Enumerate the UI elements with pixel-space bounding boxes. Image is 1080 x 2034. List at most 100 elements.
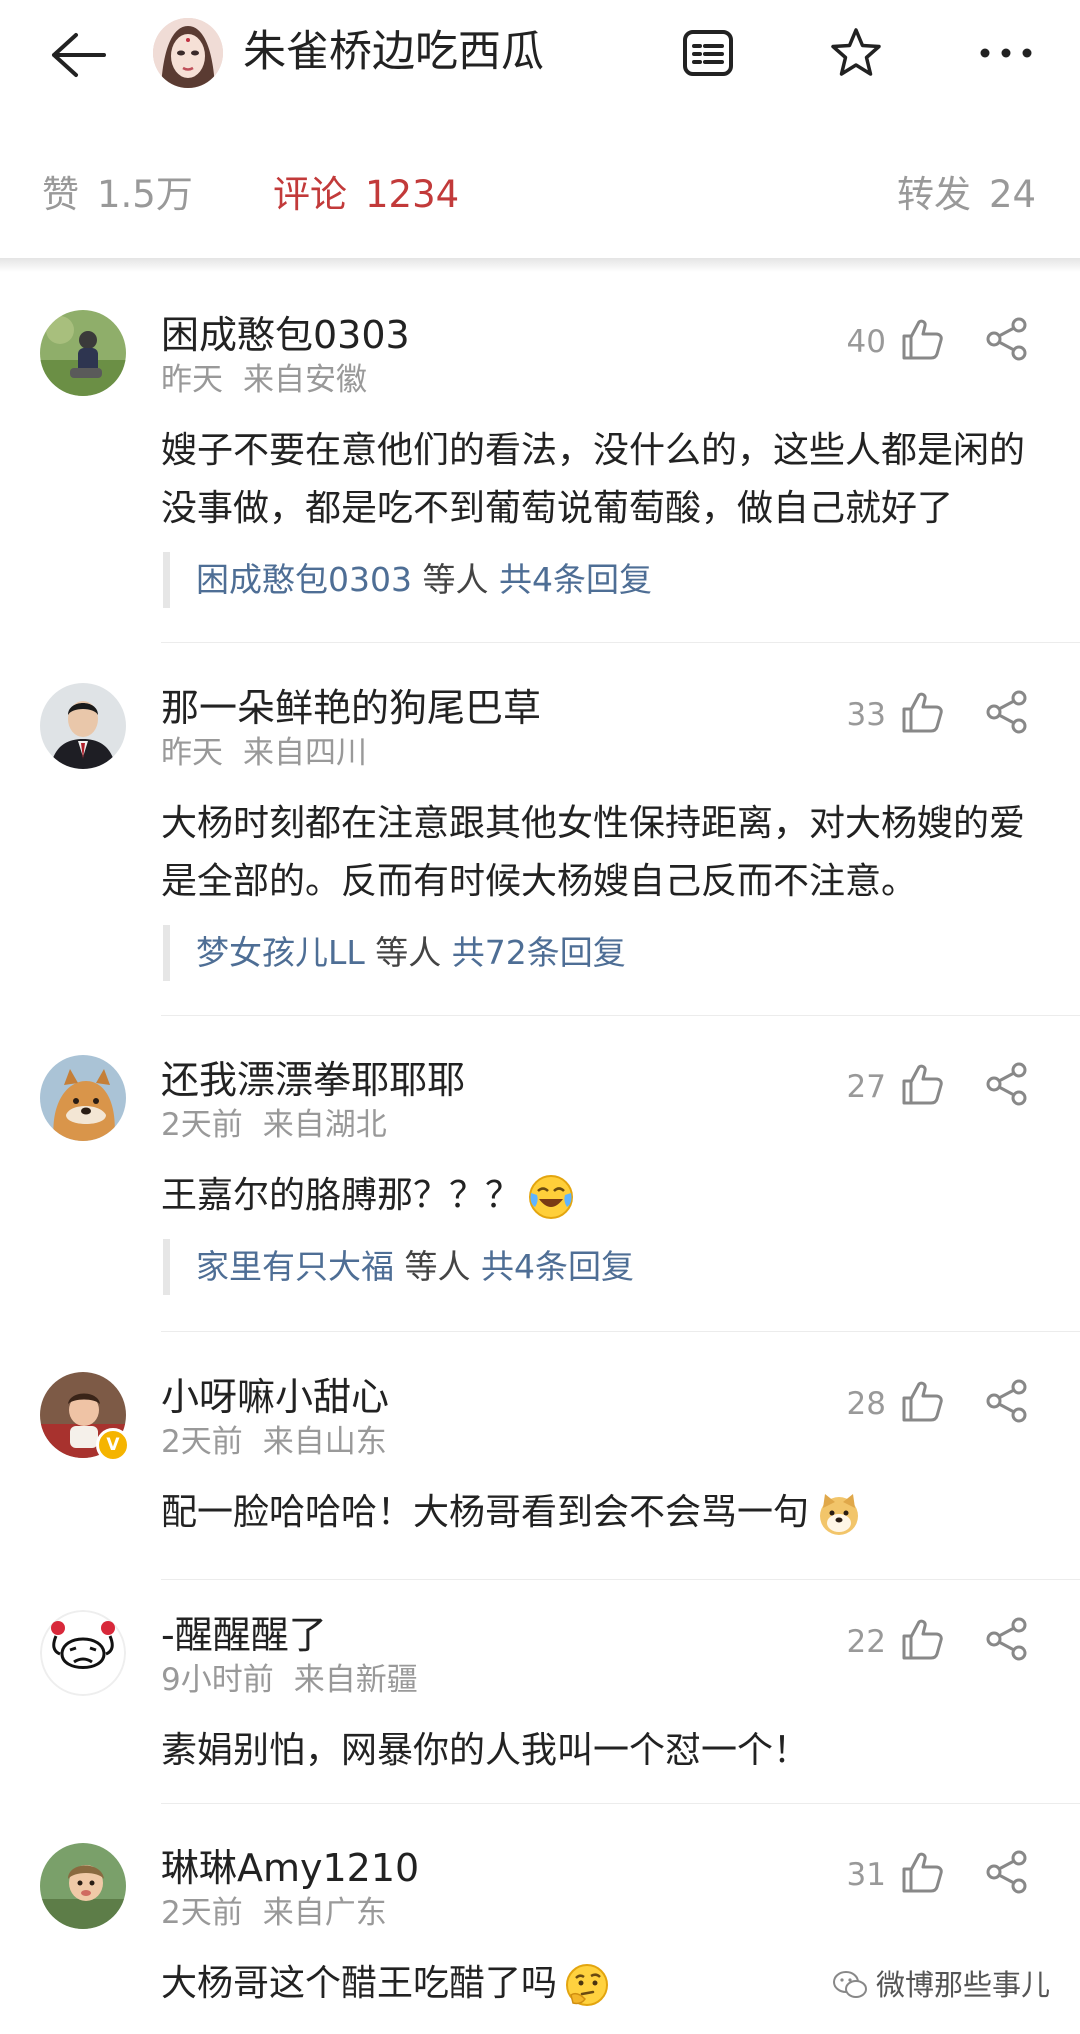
top-bar: 朱雀桥边吃西瓜	[0, 0, 1080, 110]
comment-location: 来自安徽	[243, 362, 367, 398]
divider	[161, 1803, 1080, 1804]
more-button[interactable]	[968, 18, 1044, 88]
weibo-comments-screen: 朱雀桥边吃西瓜 赞 1.5万 评论 1234 转发 24 困成憨包0303 昨天…	[0, 0, 1080, 2034]
author-avatar[interactable]	[153, 18, 223, 88]
reply-user[interactable]: 梦女孩儿LL	[196, 933, 365, 972]
thumbs-up-icon[interactable]	[898, 1616, 944, 1662]
thumbs-up-icon[interactable]	[898, 316, 944, 362]
avatar[interactable]	[40, 683, 126, 769]
avatar[interactable]	[40, 1610, 126, 1696]
star-icon	[831, 28, 881, 76]
comment-location: 来自新疆	[293, 1662, 418, 1698]
thinking-emoji	[566, 1964, 609, 2006]
reply-summary[interactable]: 梦女孩儿LL 等人 共72条回复	[163, 925, 626, 981]
back-button[interactable]	[40, 20, 116, 90]
like-count: 28	[846, 1386, 886, 1422]
comment-time: 昨天	[161, 362, 223, 398]
tab-likes[interactable]: 赞 1.5万	[42, 170, 193, 220]
comment-text: 配一脸哈哈哈！大杨哥看到会不会骂一句	[161, 1492, 810, 1533]
list-button[interactable]	[670, 18, 746, 88]
like-count: 27	[846, 1069, 886, 1105]
thumbs-up-icon[interactable]	[898, 1061, 944, 1107]
comment-time: 2天前	[161, 1895, 243, 1931]
reply-summary[interactable]: 困成憨包0303 等人 共4条回复	[163, 552, 652, 608]
comment-time: 昨天	[161, 735, 223, 771]
watermark-text: 微博那些事儿	[876, 1968, 1051, 2002]
author-avatar-image	[153, 18, 223, 88]
reposts-value: 24	[989, 173, 1037, 216]
user-name[interactable]: 那一朵鲜艳的狗尾巴草	[161, 683, 541, 733]
more-icon	[980, 48, 1032, 58]
reply-mid: 等人	[375, 933, 442, 972]
comment-location: 来自山东	[262, 1424, 387, 1460]
comment-meta: 昨天 来自四川	[161, 733, 367, 773]
back-arrow-icon	[52, 33, 106, 77]
reposts-label: 转发	[897, 173, 971, 216]
watermark: 微博那些事儿	[832, 1960, 1050, 2010]
stats-divider	[0, 258, 1080, 272]
user-name[interactable]: 困成憨包0303	[161, 310, 410, 360]
tab-reposts[interactable]: 转发 24	[897, 170, 1036, 220]
share-icon[interactable]	[984, 689, 1030, 735]
user-name[interactable]: 还我漂漂拳耶耶耶	[161, 1055, 465, 1105]
avatar-image	[40, 1843, 126, 1929]
favorite-button[interactable]	[818, 18, 894, 88]
user-name[interactable]: -醒醒醒了	[161, 1610, 327, 1660]
avatar-image	[40, 1055, 126, 1141]
likes-value: 1.5万	[97, 173, 193, 216]
comment-text: 大杨时刻都在注意跟其他女性保持距离，对大杨嫂的爱是全部的。反而有时候大杨嫂自己反…	[161, 803, 1026, 902]
share-icon[interactable]	[984, 1061, 1030, 1107]
comment-location: 来自湖北	[262, 1107, 387, 1143]
divider	[161, 1331, 1080, 1332]
like-count: 31	[846, 1857, 886, 1893]
avatar-image	[40, 1610, 126, 1696]
avatar[interactable]	[40, 1055, 126, 1141]
page-title: 朱雀桥边吃西瓜	[243, 27, 544, 77]
comment-meta: 9小时前 来自新疆	[161, 1660, 418, 1700]
reply-mid: 等人	[422, 560, 489, 599]
reply-summary[interactable]: 家里有只大福 等人 共4条回复	[163, 1239, 634, 1295]
wechat-icon	[833, 1971, 867, 1998]
comment-location: 来自广东	[262, 1895, 387, 1931]
share-icon[interactable]	[984, 316, 1030, 362]
reply-user[interactable]: 困成憨包0303	[196, 560, 412, 599]
comment-text-row: 配一脸哈哈哈！大杨哥看到会不会骂一句	[161, 1484, 1041, 1542]
reply-count[interactable]: 共4条回复	[499, 560, 652, 599]
doge-emoji	[820, 1494, 859, 1535]
comment-meta: 2天前 来自广东	[161, 1893, 387, 1933]
user-name[interactable]: 小呀嘛小甜心	[161, 1372, 389, 1422]
stats-bar: 赞 1.5万 评论 1234 转发 24	[0, 150, 1080, 240]
share-icon[interactable]	[984, 1616, 1030, 1662]
comment-meta: 2天前 来自山东	[161, 1422, 387, 1462]
share-icon[interactable]	[984, 1378, 1030, 1424]
avatar-image	[40, 683, 126, 769]
thumbs-up-icon[interactable]	[898, 1378, 944, 1424]
reply-user[interactable]: 家里有只大福	[196, 1247, 394, 1286]
avatar[interactable]	[40, 310, 126, 396]
comments-label: 评论	[273, 173, 347, 216]
comment-meta: 昨天 来自安徽	[161, 360, 367, 400]
avatar-image	[40, 310, 126, 396]
share-icon[interactable]	[984, 1849, 1030, 1895]
comment-location: 来自四川	[243, 735, 367, 771]
reply-count[interactable]: 共4条回复	[481, 1247, 634, 1286]
like-count: 40	[846, 324, 886, 360]
avatar[interactable]	[40, 1843, 126, 1929]
like-count: 33	[846, 697, 886, 733]
comment-text: 素娟别怕，网暴你的人我叫一个怼一个！	[161, 1730, 810, 1771]
list-icon	[683, 30, 733, 76]
comment-time: 2天前	[161, 1424, 243, 1460]
comment-text: 大杨哥这个醋王吃醋了吗	[161, 1963, 558, 2004]
user-name[interactable]: 琳琳Amy1210	[161, 1843, 419, 1893]
thumbs-up-icon[interactable]	[898, 1849, 944, 1895]
reply-mid: 等人	[404, 1247, 471, 1286]
like-count: 22	[846, 1624, 886, 1660]
divider	[161, 642, 1080, 643]
likes-label: 赞	[42, 173, 79, 216]
reply-count[interactable]: 共72条回复	[452, 933, 626, 972]
divider	[161, 1015, 1080, 1016]
tab-comments[interactable]: 评论 1234	[273, 170, 459, 220]
divider	[161, 1579, 1080, 1580]
laugh-cry-emoji	[529, 1175, 574, 1219]
thumbs-up-icon[interactable]	[898, 689, 944, 735]
